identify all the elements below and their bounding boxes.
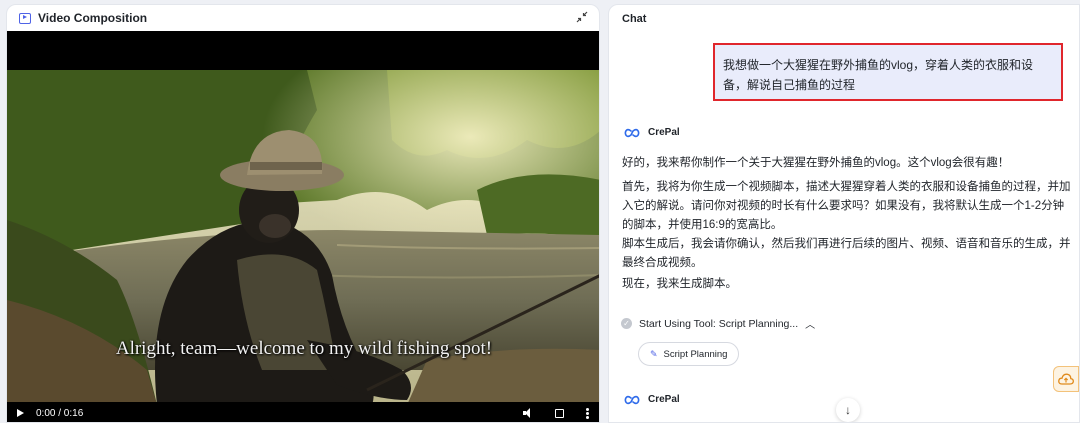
more-icon[interactable] <box>586 407 589 419</box>
agent-name: CrePal <box>648 394 680 405</box>
tool-status-row[interactable]: ✓ Start Using Tool: Script Planning... ︿ <box>621 316 815 331</box>
agent-message: 首先，我将为你生成一个视频脚本，描述大猩猩穿着人类的衣服和设备捕鱼的过程，并加入… <box>622 181 1071 231</box>
video-panel-title: Video Composition <box>38 11 148 25</box>
agent-message: 好的，我来帮你制作一个关于大猩猩在野外捕鱼的vlog。这个vlog会很有趣！ <box>622 157 1010 169</box>
video-controls: 0:00 / 0:16 <box>7 402 599 422</box>
pen-icon: ✎ <box>650 348 658 359</box>
agent-header: CrePal <box>624 127 680 138</box>
fullscreen-icon[interactable] <box>555 408 564 418</box>
script-planning-chip[interactable]: ✎ Script Planning <box>638 342 740 366</box>
video-time: 0:00 / 0:16 <box>36 407 84 419</box>
video-player[interactable]: Alright, team—welcome to my wild fishing… <box>7 31 599 422</box>
chat-panel: Chat 我想做一个大猩猩在野外捕鱼的vlog，穿着人类的衣服和设备，解说自己捕… <box>608 4 1080 423</box>
video-controls-right <box>523 402 589 422</box>
collapse-arrows-icon[interactable] <box>575 11 589 25</box>
crepal-logo-icon <box>624 395 640 404</box>
video-composition-panel: Video Composition Alright, team—welcome … <box>6 4 600 423</box>
agent-message: 脚本生成后，我会请你确认，然后我们再进行后续的图片、视频、语音和音乐的生成，并最… <box>622 238 1071 269</box>
volume-icon[interactable] <box>523 408 533 418</box>
agent-name: CrePal <box>648 127 680 138</box>
user-message: 我想做一个大猩猩在野外捕鱼的vlog，穿着人类的衣服和设备，解说自己捕鱼的过程 <box>713 43 1063 101</box>
scroll-down-arrow-icon[interactable]: ↓ <box>836 398 860 422</box>
agent-message: 现在，我来生成脚本。 <box>622 278 737 290</box>
crepal-logo-icon <box>624 128 640 137</box>
check-icon: ✓ <box>621 318 632 329</box>
tool-status-text: Start Using Tool: Script Planning... <box>639 317 799 330</box>
video-icon <box>19 12 31 24</box>
tool-chip-label: Script Planning <box>663 348 728 360</box>
video-subtitle: Alright, team—welcome to my wild fishing… <box>115 338 493 359</box>
video-panel-header: Video Composition <box>7 5 599 31</box>
agent-header-2: CrePal <box>624 394 680 405</box>
cloud-upload-icon[interactable] <box>1053 366 1079 392</box>
chevron-up-icon[interactable]: ︿ <box>805 316 815 331</box>
chat-title: Chat <box>622 13 647 25</box>
play-icon[interactable] <box>17 409 24 417</box>
